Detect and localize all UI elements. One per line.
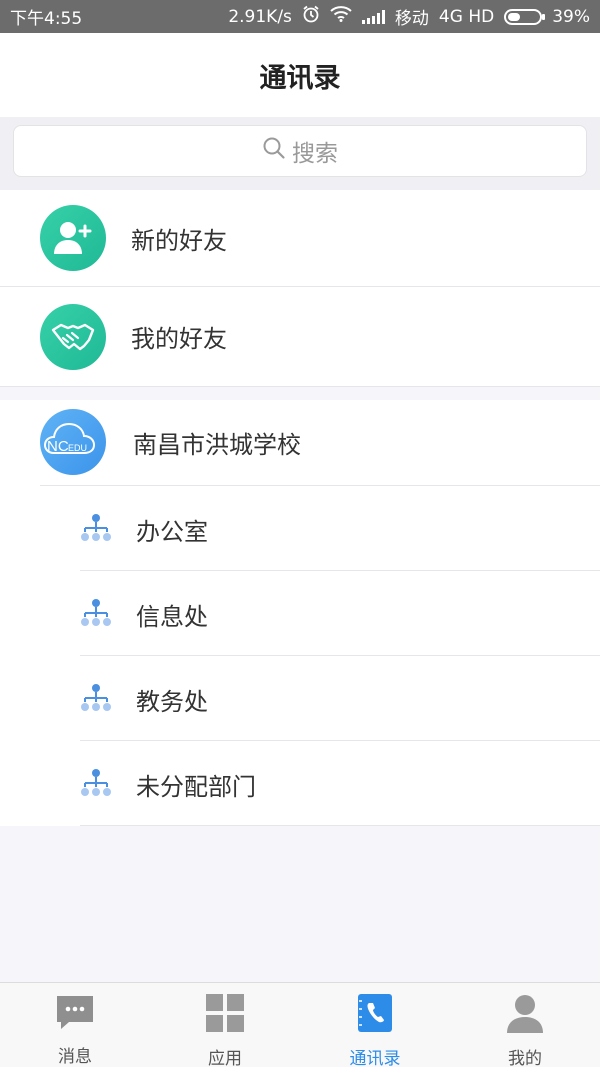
tab-label: 通讯录 [349, 1049, 401, 1067]
search-area: 搜索 [0, 117, 600, 190]
network-speed: 2.91K/s [228, 6, 292, 27]
tab-profile[interactable]: 我的 [450, 983, 600, 1067]
wifi-icon [330, 6, 352, 27]
status-time: 下午4:55 [10, 9, 83, 29]
grid-icon [205, 993, 245, 1038]
battery-icon [504, 8, 546, 25]
search-icon [262, 136, 286, 166]
header: 通讯录 [0, 33, 600, 117]
org-chart-icon [80, 683, 112, 717]
my-friends-label: 我的好友 [131, 325, 227, 353]
status-bar: 下午4:55 2.91K/s 移动 4G HD 39% [0, 0, 600, 33]
tab-label: 消息 [58, 1047, 92, 1067]
tab-messages[interactable]: 消息 [0, 983, 150, 1067]
school-name: 南昌市洪城学校 [133, 431, 301, 459]
org-chart-icon [80, 598, 112, 632]
friends-group: 新的好友 我的好友 [0, 190, 600, 387]
new-friends-item[interactable]: 新的好友 [0, 190, 600, 287]
school-group: NC EDU 南昌市洪城学校 办公室 信息处 教务处 未分配部门 [0, 400, 600, 826]
carrier: 移动 [394, 9, 429, 29]
chat-icon [54, 993, 96, 1036]
status-right: 2.91K/s 移动 4G HD 39% [228, 4, 590, 29]
school-logo-sub: EDU [68, 443, 87, 453]
dept-item-office[interactable]: 办公室 [80, 486, 600, 571]
tab-label: 我的 [508, 1049, 542, 1067]
org-chart-icon [80, 513, 112, 547]
signal-icon [361, 9, 385, 24]
school-item[interactable]: NC EDU 南昌市洪城学校 [0, 400, 600, 485]
dept-label: 办公室 [136, 518, 208, 546]
dept-item-academic[interactable]: 教务处 [80, 656, 600, 741]
tab-bar: 消息 应用 通讯录 我的 [0, 982, 600, 1067]
search-placeholder: 搜索 [292, 141, 338, 167]
tab-apps[interactable]: 应用 [150, 983, 300, 1067]
school-logo-text: NC [47, 438, 69, 455]
tab-label: 应用 [208, 1049, 242, 1067]
network-type: 4G HD [438, 6, 495, 27]
new-friends-label: 新的好友 [131, 226, 227, 255]
contacts-icon [356, 993, 394, 1038]
battery-level: 39% [552, 6, 590, 27]
dept-item-unassigned[interactable]: 未分配部门 [80, 741, 600, 826]
dept-label: 信息处 [136, 603, 208, 631]
handshake-icon [40, 303, 106, 370]
add-user-icon [40, 205, 106, 271]
school-logo-icon: NC EDU [40, 409, 106, 475]
alarm-icon [302, 5, 320, 28]
profile-icon [505, 993, 545, 1038]
dept-item-info[interactable]: 信息处 [80, 571, 600, 656]
search-input[interactable]: 搜索 [13, 125, 587, 177]
dept-label: 教务处 [136, 688, 208, 716]
page-title: 通讯录 [259, 62, 341, 94]
my-friends-item[interactable]: 我的好友 [0, 287, 600, 387]
tab-contacts[interactable]: 通讯录 [300, 983, 450, 1067]
dept-label: 未分配部门 [136, 773, 256, 801]
org-chart-icon [80, 768, 112, 802]
